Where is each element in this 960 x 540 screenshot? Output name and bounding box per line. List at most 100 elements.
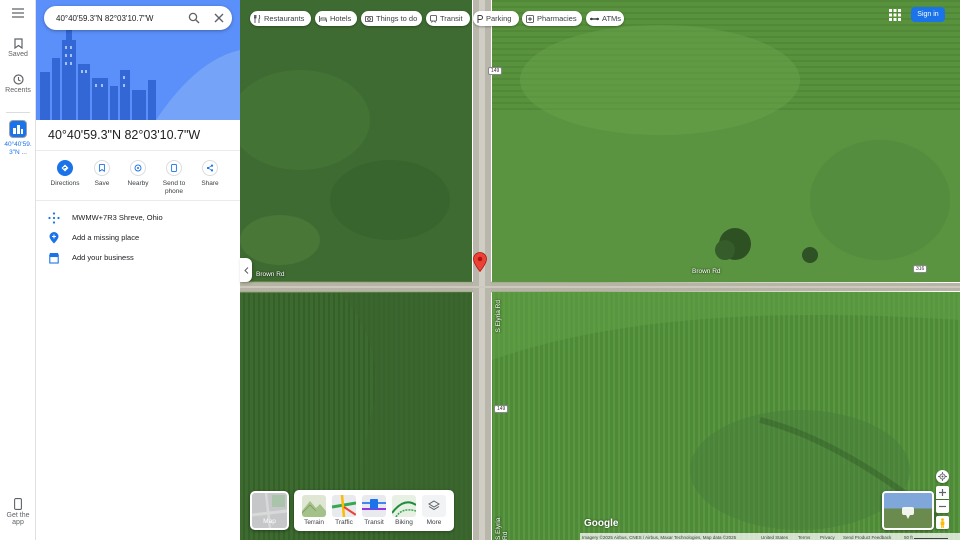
menu-button[interactable]: [0, 8, 36, 28]
layer-terrain[interactable]: Terrain: [301, 495, 327, 526]
recent-place-label: 40°40'59.3"N ...: [4, 141, 32, 156]
layer-biking-label: Biking: [395, 519, 413, 526]
pharmacy-icon: [526, 14, 534, 23]
directions-button[interactable]: Directions: [45, 160, 85, 188]
imagery-attribution: Imagery ©2025 Airbus, CNES / Airbus, Max…: [582, 534, 737, 540]
layers-stack-icon: [422, 495, 446, 517]
street-view-icon: [902, 507, 914, 519]
collapse-panel-button[interactable]: [240, 258, 252, 282]
send-feedback-link[interactable]: Send Product Feedback: [843, 535, 891, 540]
chip-parking[interactable]: Parking: [473, 11, 519, 26]
google-apps-icon[interactable]: [887, 7, 903, 23]
sign-in-button[interactable]: Sign in: [911, 7, 945, 22]
add-business-row[interactable]: Add your business: [36, 249, 240, 267]
scale-label[interactable]: 50 ft: [904, 535, 913, 540]
nearby-icon: [130, 160, 146, 176]
layer-more-label: More: [426, 519, 442, 526]
get-app-button[interactable]: Get the app: [0, 498, 36, 526]
directions-icon: [57, 160, 73, 176]
pegman-icon: [940, 517, 945, 528]
nearby-button[interactable]: Nearby: [118, 160, 158, 188]
chip-pharmacies-label: Pharmacies: [537, 14, 577, 23]
layer-traffic[interactable]: Traffic: [331, 495, 357, 526]
country-link[interactable]: United States: [761, 535, 788, 540]
add-missing-place-row[interactable]: Add a missing place: [36, 229, 240, 247]
recents-button[interactable]: Recents: [0, 74, 36, 94]
plus-code-text: MWMW+7R3 Shreve, Ohio: [72, 213, 163, 222]
map-type-toggle[interactable]: Map: [250, 491, 289, 530]
phone-icon: [14, 498, 22, 510]
street-view-thumbnail[interactable]: [882, 491, 934, 530]
recent-place-item[interactable]: 40°40'59.3"N ...: [0, 120, 36, 157]
scale-bar: [914, 538, 948, 539]
directions-label: Directions: [50, 180, 80, 187]
panel-divider: [36, 200, 240, 201]
send-to-phone-button[interactable]: Send to phone: [154, 160, 194, 195]
chip-hotels[interactable]: Hotels: [315, 11, 357, 26]
place-actions: Directions Save Nearby Send to phone Sha…: [36, 160, 240, 200]
biking-icon: [392, 495, 416, 517]
chip-pharmacies[interactable]: Pharmacies: [522, 11, 582, 26]
location-pin-icon[interactable]: [473, 252, 487, 272]
left-rail: Saved Recents 40°40'59.3"N ... Get the a…: [0, 0, 36, 540]
save-button[interactable]: Save: [82, 160, 122, 188]
road-label-s-elyria-rd-south: S Elyria Rd: [495, 517, 509, 540]
bookmark-icon: [13, 38, 23, 49]
road-label-brown-rd-east: Brown Rd: [692, 268, 721, 275]
chip-hotels-label: Hotels: [330, 14, 352, 23]
satellite-imagery: [240, 0, 960, 540]
terms-link[interactable]: Terms: [798, 535, 810, 540]
layer-transit-label: Transit: [364, 519, 384, 526]
terrain-icon: [302, 495, 326, 517]
fork-knife-icon: [254, 14, 261, 23]
hamburger-menu-icon: [12, 8, 24, 18]
layer-terrain-label: Terrain: [304, 519, 324, 526]
route-shield: 149: [488, 67, 503, 75]
zoom-in-button[interactable]: [936, 486, 949, 499]
layer-biking[interactable]: Biking: [391, 495, 417, 526]
panel-divider: [36, 150, 240, 151]
search-input[interactable]: [56, 12, 184, 24]
plus-icon: [939, 489, 946, 496]
privacy-link[interactable]: Privacy: [820, 535, 835, 540]
zoom-out-button[interactable]: [936, 500, 949, 513]
add-location-icon: [49, 232, 59, 244]
plus-code-row[interactable]: MWMW+7R3 Shreve, Ohio: [36, 209, 240, 227]
share-button[interactable]: Share: [190, 160, 230, 188]
pegman-button[interactable]: [936, 516, 949, 529]
phone-icon: [166, 160, 182, 176]
bed-icon: [319, 15, 327, 22]
share-label: Share: [201, 180, 219, 187]
saved-button[interactable]: Saved: [0, 38, 36, 58]
route-shield: 316: [913, 265, 928, 273]
satellite-map[interactable]: [240, 0, 960, 540]
save-label: Save: [94, 180, 110, 187]
chip-transit[interactable]: Transit: [426, 11, 470, 26]
plus-code-icon: [48, 212, 60, 224]
layers-panel: Terrain Traffic Transit Biking More: [294, 490, 454, 531]
chip-things-to-do[interactable]: Things to do: [361, 11, 422, 26]
my-location-button[interactable]: [936, 470, 949, 483]
google-logo: Google: [584, 518, 619, 529]
chip-parking-label: Parking: [486, 14, 512, 23]
layer-more[interactable]: More: [421, 495, 447, 526]
camera-icon: [365, 15, 373, 22]
road-label-s-elyria-rd-north: S Elyria Rd: [495, 300, 502, 333]
recents-label: Recents: [5, 87, 31, 94]
place-title: 40°40'59.3"N 82°03'10.7"W: [48, 128, 201, 142]
chip-atms[interactable]: ATMs: [586, 11, 624, 26]
add-business-text: Add your business: [72, 253, 134, 262]
route-shield: 149: [494, 405, 509, 413]
nearby-label: Nearby: [127, 180, 149, 187]
chip-atms-label: ATMs: [602, 14, 622, 23]
rail-divider: [6, 112, 30, 113]
layer-transit[interactable]: Transit: [361, 495, 387, 526]
search-icon[interactable]: [188, 12, 200, 24]
chip-restaurants[interactable]: Restaurants: [250, 11, 311, 26]
add-missing-place-text: Add a missing place: [72, 233, 140, 242]
transit-icon: [362, 495, 386, 517]
atm-icon: [590, 17, 599, 20]
train-icon: [430, 14, 437, 23]
chevron-left-icon: [243, 266, 248, 274]
close-icon[interactable]: [213, 12, 225, 24]
